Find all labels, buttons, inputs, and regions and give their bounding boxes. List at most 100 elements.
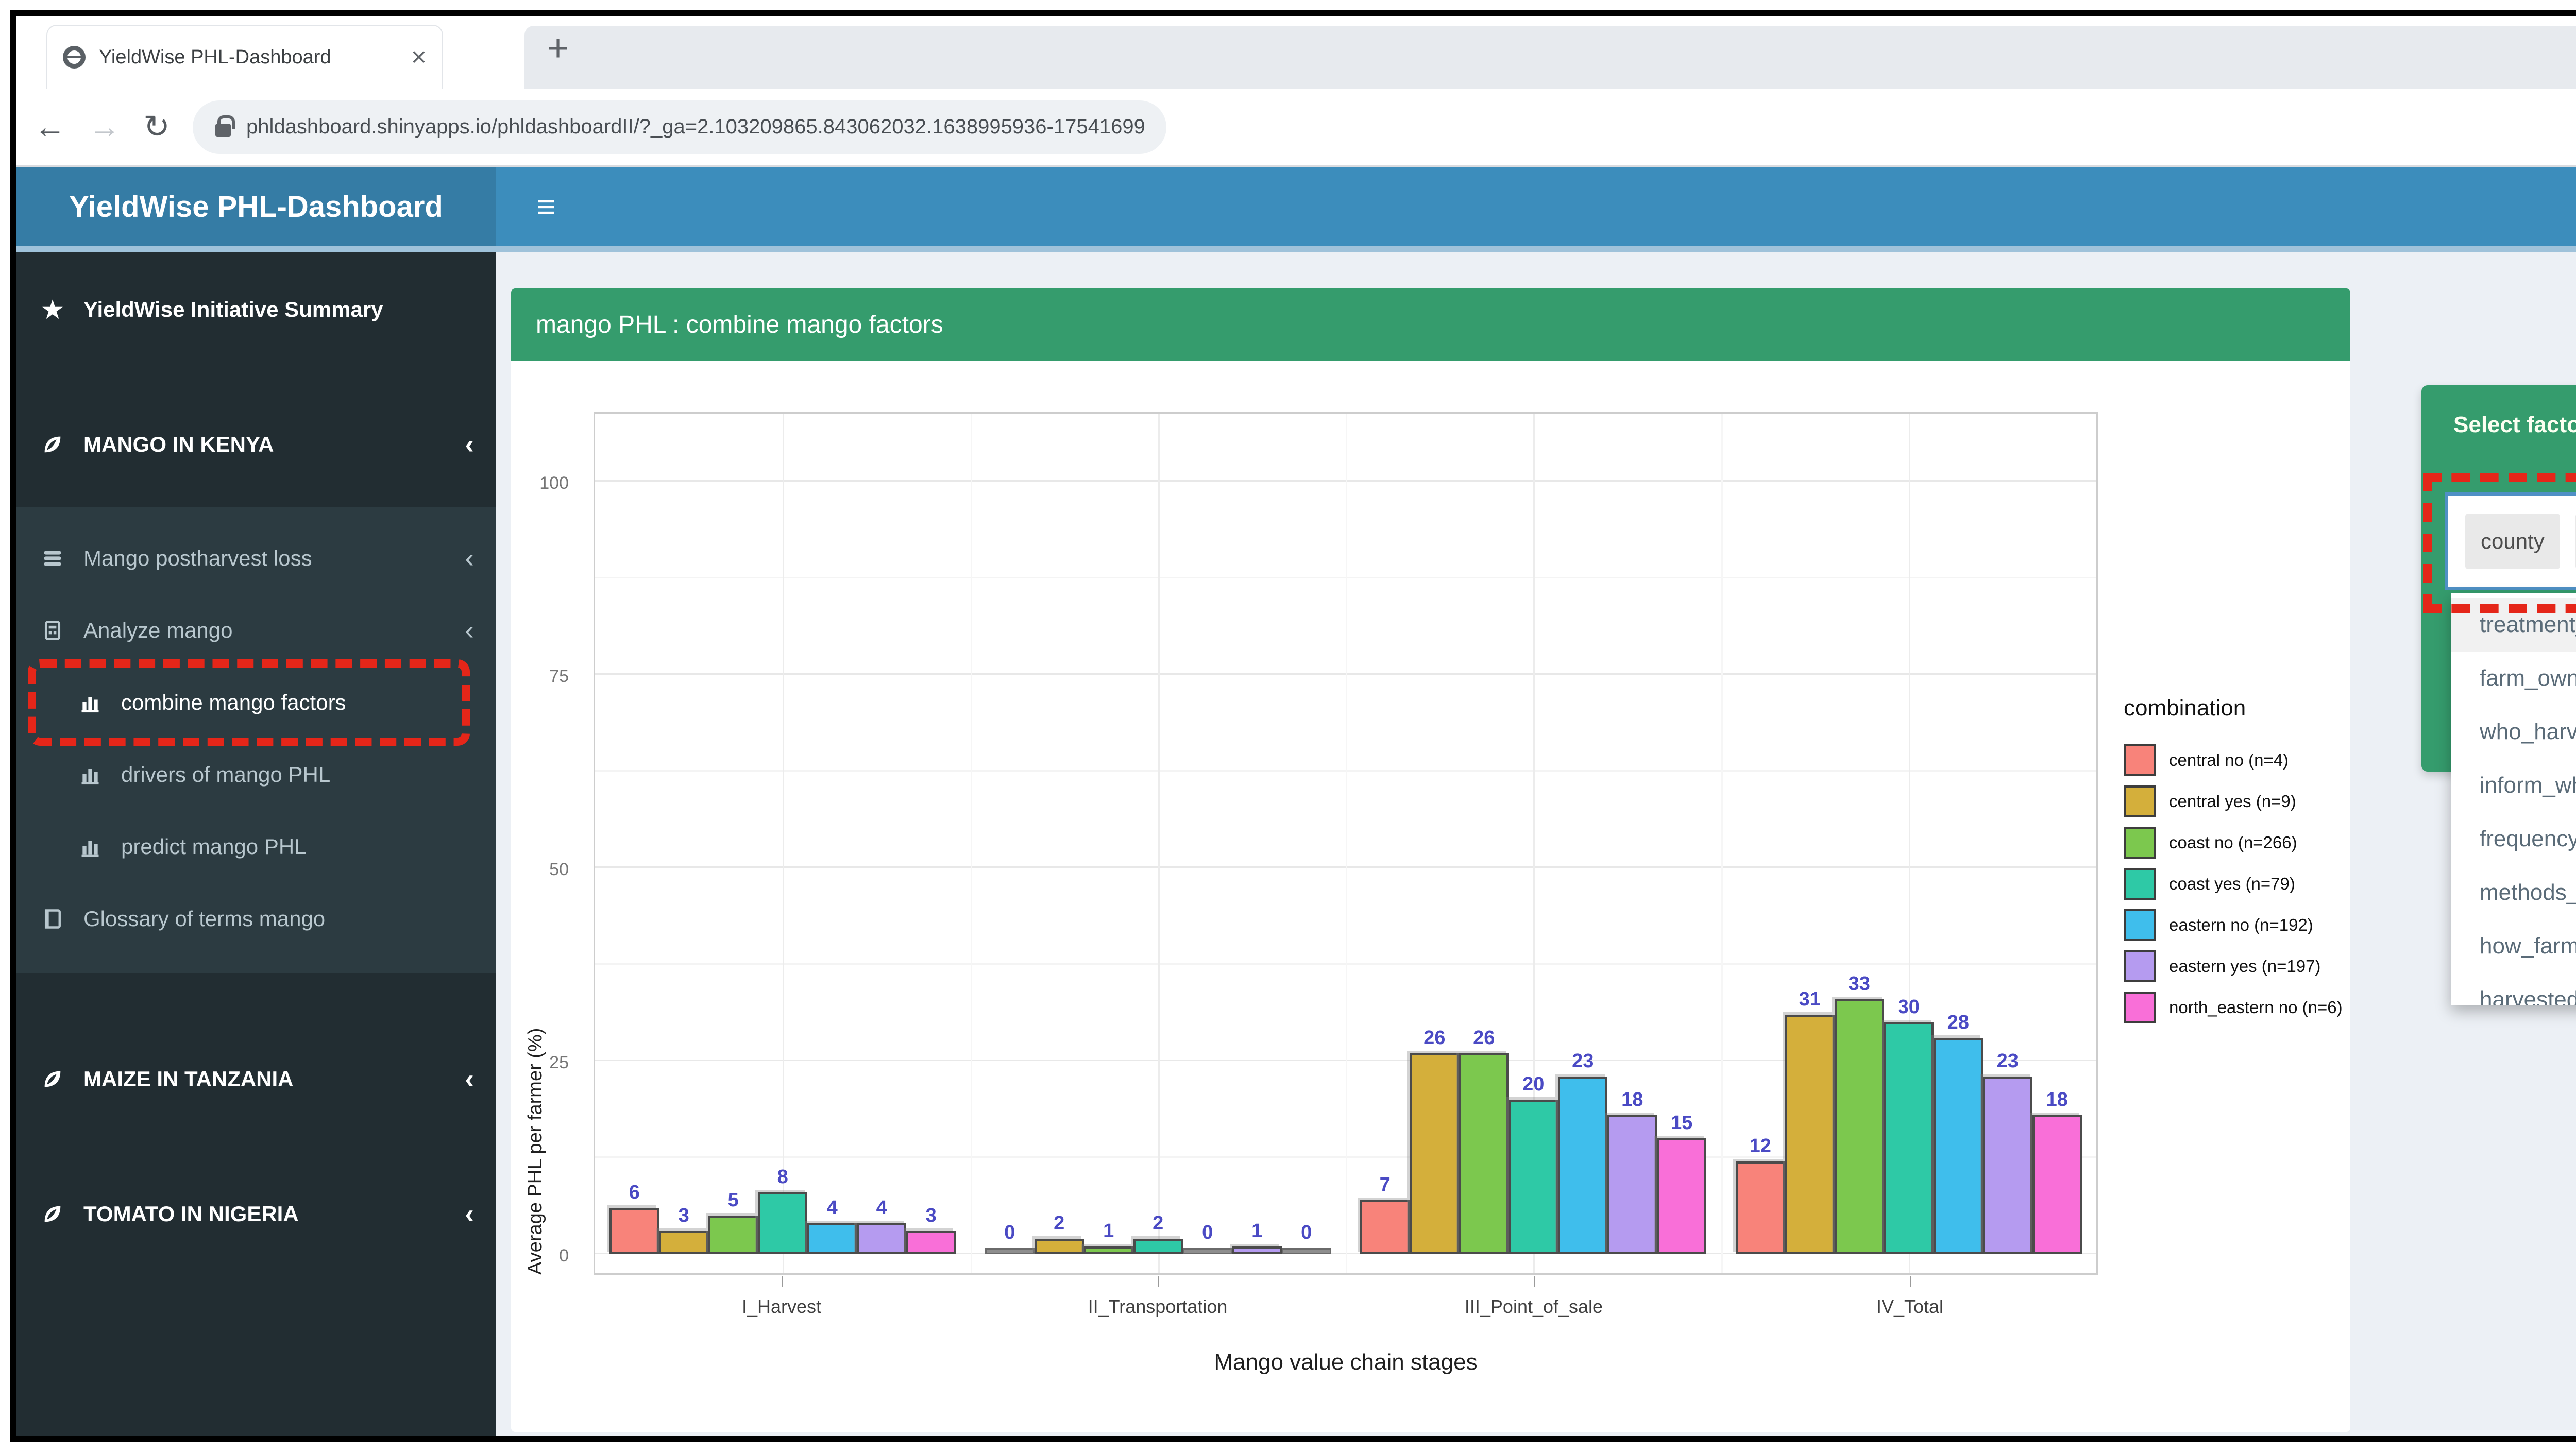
bar-wrap: 2 (1133, 1212, 1183, 1254)
bar (807, 1223, 857, 1254)
sidebar-item-label: MANGO IN KENYA (83, 432, 274, 457)
bar-wrap: 5 (708, 1189, 758, 1254)
sidebar-item[interactable]: Glossary of terms mango (16, 883, 496, 955)
sidebar-item[interactable]: TOMATO IN NIGERIA‹ (16, 1185, 496, 1243)
legend-item: coast yes (n=79) (2124, 863, 2345, 904)
back-icon[interactable]: ← (34, 111, 66, 143)
bar-value-label: 4 (876, 1197, 887, 1219)
bar-value-label: 6 (629, 1182, 640, 1204)
bar (2032, 1115, 2082, 1254)
legend-title: combination (2124, 695, 2345, 721)
bar-value-label: 31 (1799, 988, 1821, 1011)
bar-value-label: 20 (1522, 1073, 1544, 1096)
sidebar-item-label: YieldWise Initiative Summary (83, 297, 383, 322)
sidebar-item-label: Glossary of terms mango (83, 907, 325, 931)
bar-value-label: 12 (1750, 1135, 1771, 1157)
sidebar-item[interactable]: Analyze mango‹ (16, 594, 496, 667)
factor-option[interactable]: inform_when_to_harvest (2451, 759, 2576, 812)
y-axis-ticks: 0255075100 (511, 412, 583, 1275)
browser-tab[interactable]: YieldWise PHL-Dashboard × (46, 25, 443, 89)
sidebar-item-label: MAIZE IN TANZANIA (83, 1067, 294, 1091)
bar-value-label: 15 (1671, 1112, 1692, 1134)
bar (1133, 1239, 1183, 1254)
bar-chart-icon (76, 835, 105, 858)
chart-legend: combination central no (n=4) central yes … (2124, 695, 2345, 1028)
legend-label: north_eastern no (n=6) (2169, 998, 2343, 1017)
browser-toolbar: ← → ↻ phldashboard.shinyapps.io/phldashb… (16, 89, 2576, 167)
chevron-left-icon: ‹ (465, 429, 474, 460)
factor-multiselect-input[interactable]: countylabor_costs (2445, 492, 2576, 590)
new-tab-button[interactable]: + (547, 30, 569, 67)
sidebar-item[interactable]: drivers of mango PHL (16, 739, 496, 811)
sidebar-item[interactable]: MANGO IN KENYA ‹ (16, 416, 496, 473)
bar-wrap: 1 (1232, 1220, 1282, 1254)
legend-swatch (2124, 785, 2156, 817)
bar-wrap: 20 (1509, 1073, 1558, 1254)
bar (906, 1231, 956, 1254)
bar-chart-icon (76, 691, 105, 714)
close-tab-icon[interactable]: × (411, 44, 427, 71)
bar (985, 1248, 1035, 1254)
bar-wrap: 12 (1736, 1135, 1785, 1254)
sidebar-item[interactable]: predict mango PHL (16, 811, 496, 883)
bar-value-label: 2 (1054, 1212, 1064, 1235)
sidebar-item[interactable]: ★YieldWise Initiative Summary (16, 281, 496, 338)
bar (1785, 1015, 1835, 1254)
legend-swatch (2124, 744, 2156, 776)
x-tick-label: I_Harvest (594, 1283, 970, 1318)
bar-value-label: 0 (1202, 1222, 1213, 1244)
forward-icon[interactable]: → (89, 111, 121, 143)
bar-value-label: 0 (1301, 1222, 1312, 1244)
legend-label: central no (n=4) (2169, 750, 2289, 770)
sidebar-toggle-icon[interactable]: ≡ (519, 167, 573, 246)
bar (659, 1231, 708, 1254)
factor-option[interactable]: treatment_control (2451, 598, 2576, 652)
legend-item: central no (n=4) (2124, 740, 2345, 781)
legend-swatch (2124, 992, 2156, 1023)
bar-wrap: 18 (2032, 1089, 2082, 1254)
bar-wrap: 15 (1657, 1112, 1706, 1254)
bar-value-label: 18 (2046, 1089, 2068, 1111)
factor-option[interactable]: frequency_of_harvest (2451, 812, 2576, 866)
bar-wrap: 8 (758, 1166, 807, 1254)
factor-option[interactable]: how_farmer_identified_buyer (2451, 919, 2576, 973)
bar-value-label: 0 (1004, 1222, 1015, 1244)
sidebar-item-label: Mango postharvest loss (83, 546, 312, 571)
bar (1983, 1077, 2032, 1254)
bar (1282, 1248, 1331, 1254)
app-brand[interactable]: YieldWise PHL-Dashboard (16, 167, 496, 246)
sidebar-item[interactable]: combine mango factors (16, 667, 496, 739)
legend-item: eastern no (n=192) (2124, 904, 2345, 946)
x-tick-label: III_Point_of_sale (1346, 1283, 1722, 1318)
bar-wrap: 7 (1360, 1174, 1410, 1254)
bar-value-label: 18 (1621, 1089, 1643, 1111)
selected-factor-tag[interactable]: county (2465, 514, 2560, 569)
factor-option[interactable]: methods_of_harvest (2451, 866, 2576, 919)
legend-swatch (2124, 950, 2156, 982)
bar (1934, 1038, 1983, 1254)
address-bar[interactable]: phldashboard.shinyapps.io/phldashboardII… (193, 100, 1166, 154)
legend-item: central yes (n=9) (2124, 781, 2345, 822)
bar-value-label: 3 (679, 1205, 689, 1227)
reload-icon[interactable]: ↻ (143, 111, 170, 143)
bar-wrap: 6 (609, 1182, 659, 1254)
bar-value-label: 7 (1380, 1174, 1391, 1196)
bar-wrap: 18 (1607, 1089, 1657, 1254)
factor-option[interactable]: harvested_mango_graded (2451, 973, 2576, 1005)
sidebar-item-label: combine mango factors (121, 690, 346, 715)
sidebar-item[interactable]: MAIZE IN TANZANIA‹ (16, 1050, 496, 1108)
tab-strip-background (524, 26, 2576, 89)
screenshot-frame: YieldWise PHL-Dashboard × + ← → ↻ phldas… (10, 10, 2576, 1442)
sidebar-item[interactable]: Mango postharvest loss ‹ (16, 522, 496, 594)
tab-title: YieldWise PHL-Dashboard (99, 46, 398, 69)
bar (1736, 1161, 1785, 1254)
select-factor-label: Select factor (2421, 385, 2576, 438)
factor-option[interactable]: farm_ownership (2451, 652, 2576, 705)
factor-option[interactable]: who_harvested_mango (2451, 705, 2576, 759)
bar (1084, 1246, 1133, 1254)
url-text: phldashboard.shinyapps.io/phldashboardII… (246, 115, 1144, 139)
bar-value-label: 4 (827, 1197, 838, 1219)
plot-panel: 6358443021201072626202318151231333028231… (594, 412, 2098, 1275)
bar-value-label: 23 (1997, 1050, 2019, 1072)
chevron-left-icon: ‹ (465, 543, 474, 574)
